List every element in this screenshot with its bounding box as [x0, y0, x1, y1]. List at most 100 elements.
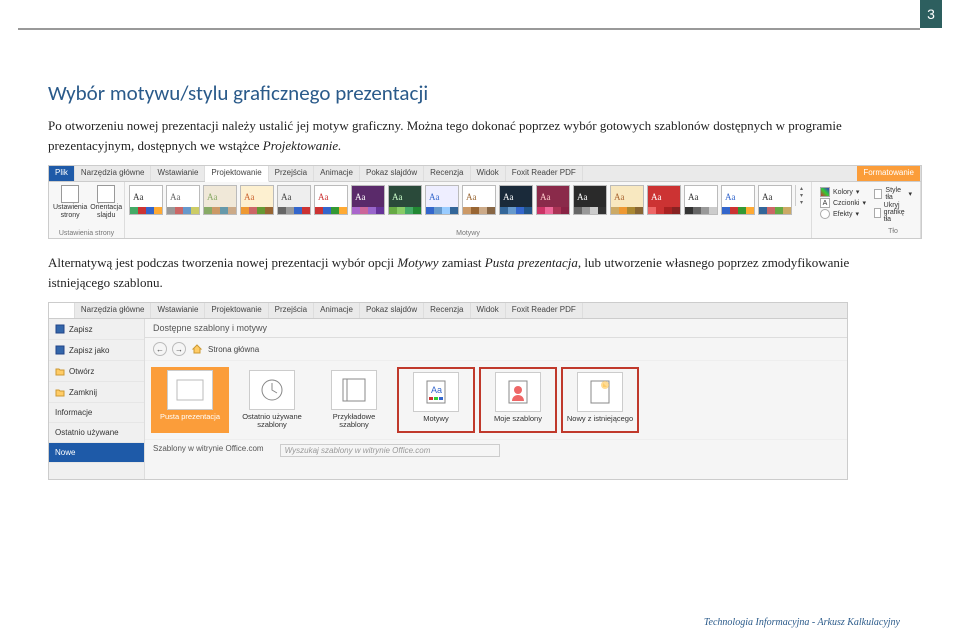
backstage-menu: Zapisz Zapisz jako Otwórz Zamknij Inform… — [49, 319, 145, 479]
ribbon-design-screenshot: Plik Narzędzia główne Wstawianie Projekt… — [48, 165, 922, 239]
open-icon — [55, 366, 65, 376]
theme-swatch[interactable]: Aa — [647, 185, 681, 215]
template-my[interactable]: Moje szablony — [479, 367, 557, 433]
colors-icon — [820, 187, 830, 197]
tab-transitions-2[interactable]: Przejścia — [269, 303, 314, 318]
bg-styles-dropdown[interactable]: Style tła ▾ — [874, 187, 912, 201]
svg-text:Aa: Aa — [431, 385, 442, 395]
orientation-label1: Orientacja — [90, 204, 122, 211]
theme-swatch[interactable]: Aa — [721, 185, 755, 215]
template-blank[interactable]: Pusta prezentacja — [151, 367, 229, 433]
theme-swatch[interactable]: Aa — [462, 185, 496, 215]
colors-dropdown[interactable]: Kolory ▾ — [820, 187, 866, 197]
theme-swatch[interactable]: Aa — [166, 185, 200, 215]
template-themes[interactable]: Aa Motywy — [397, 367, 475, 433]
menu-new[interactable]: Nowe — [49, 443, 144, 463]
theme-swatch[interactable]: Aa — [499, 185, 533, 215]
ribbon2-tabs: Plik Narzędzia główne Wstawianie Projekt… — [49, 303, 847, 319]
sample-templates-icon — [331, 370, 377, 410]
tab-animations-2[interactable]: Animacje — [314, 303, 360, 318]
menu-info[interactable]: Informacje — [49, 403, 144, 423]
bg-group-label: Tło — [874, 227, 912, 236]
theme-swatch[interactable]: Aa — [758, 185, 792, 215]
orientation-label2: slajdu — [97, 212, 115, 219]
page-setup-button[interactable]: Ustawienia strony — [53, 185, 87, 219]
nav-forward-button[interactable]: → — [172, 342, 186, 356]
theme-swatch[interactable]: Aa — [573, 185, 607, 215]
tab-file[interactable]: Plik — [49, 166, 75, 181]
menu-save-as[interactable]: Zapisz jako — [49, 340, 144, 361]
tab-foxit-2[interactable]: Foxit Reader PDF — [506, 303, 583, 318]
breadcrumb-home[interactable]: Strona główna — [208, 345, 259, 354]
template-existing[interactable]: Nowy z istniejącego — [561, 367, 639, 433]
officecom-label: Szablony w witrynie Office.com — [153, 444, 264, 457]
paragraph-2-em1: Motywy — [397, 255, 438, 270]
orientation-icon — [97, 185, 115, 203]
tab-design-2[interactable]: Projektowanie — [205, 303, 268, 318]
tab-insert-2[interactable]: Wstawianie — [151, 303, 205, 318]
backstage-new-screenshot: Plik Narzędzia główne Wstawianie Projekt… — [48, 302, 848, 480]
theme-swatch[interactable]: Aa — [129, 185, 163, 215]
tab-foxit[interactable]: Foxit Reader PDF — [506, 166, 583, 181]
theme-swatch[interactable]: Aa — [314, 185, 348, 215]
orientation-button[interactable]: Orientacja slajdu — [90, 185, 122, 219]
paragraph-2-em2: Pusta prezentacja — [485, 255, 578, 270]
tab-transitions[interactable]: Przejścia — [269, 166, 314, 181]
nav-back-button[interactable]: ← — [153, 342, 167, 356]
paragraph-2b: zamiast — [439, 255, 485, 270]
tab-design[interactable]: Projektowanie — [205, 166, 268, 182]
tab-slideshow-2[interactable]: Pokaz slajdów — [360, 303, 424, 318]
tab-animations[interactable]: Animacje — [314, 166, 360, 181]
paragraph-2a: Alternatywą jest podczas tworzenia nowej… — [48, 255, 397, 270]
menu-open[interactable]: Otwórz — [49, 361, 144, 382]
page-setup-label1: Ustawienia — [53, 204, 87, 211]
themes-group-label: Motywy — [129, 229, 807, 238]
menu-save[interactable]: Zapisz — [49, 319, 144, 340]
tab-view[interactable]: Widok — [471, 166, 506, 181]
tab-view-2[interactable]: Widok — [471, 303, 506, 318]
officecom-search-input[interactable]: Wyszukaj szablony w witrynie Office.com — [280, 444, 500, 457]
tab-home-2[interactable]: Narzędzia główne — [75, 303, 152, 318]
theme-gallery-scroll[interactable]: ▴▾▾ — [795, 185, 807, 206]
checkbox-icon — [874, 208, 881, 218]
tab-format[interactable]: Formatowanie — [857, 166, 921, 181]
fonts-dropdown[interactable]: ACzcionki ▾ — [820, 198, 866, 208]
page-setup-label2: strony — [61, 212, 80, 219]
ribbon1-tabs: Plik Narzędzia główne Wstawianie Projekt… — [49, 166, 921, 182]
chevron-down-icon: ▾ — [796, 192, 807, 199]
theme-swatch[interactable]: Aa — [203, 185, 237, 215]
tab-file-2[interactable]: Plik — [49, 303, 75, 318]
theme-swatch[interactable]: Aa — [351, 185, 385, 215]
menu-close[interactable]: Zamknij — [49, 382, 144, 403]
tab-review[interactable]: Recenzja — [424, 166, 470, 181]
theme-swatch[interactable]: Aa — [610, 185, 644, 215]
pane-breadcrumb: ← → Strona główna — [145, 338, 847, 361]
tab-review-2[interactable]: Recenzja — [424, 303, 470, 318]
effects-dropdown[interactable]: Efekty ▾ — [820, 209, 866, 219]
fonts-icon: A — [820, 198, 830, 208]
template-sample[interactable]: Przykładowe szablony — [315, 367, 393, 433]
theme-swatch[interactable]: Aa — [536, 185, 570, 215]
template-recent[interactable]: Ostatnio używane szablony — [233, 367, 311, 433]
page-setup-icon — [61, 185, 79, 203]
new-from-existing-icon — [577, 372, 623, 412]
paragraph-1-em: Projektowanie. — [263, 138, 342, 153]
effects-icon — [820, 209, 830, 219]
theme-swatch[interactable]: Aa — [684, 185, 718, 215]
hide-bg-checkbox[interactable]: Ukryj grafikę tła — [874, 202, 912, 223]
tab-home[interactable]: Narzędzia główne — [75, 166, 152, 181]
header-divider — [18, 28, 920, 30]
tab-insert[interactable]: Wstawianie — [151, 166, 205, 181]
page-setup-group-label: Ustawienia strony — [53, 229, 120, 238]
save-as-icon — [55, 345, 65, 355]
theme-swatch[interactable]: Aa — [240, 185, 274, 215]
menu-recent[interactable]: Ostatnio używane — [49, 423, 144, 443]
theme-swatch[interactable]: Aa — [277, 185, 311, 215]
tab-slideshow[interactable]: Pokaz slajdów — [360, 166, 424, 181]
chevron-up-icon: ▴ — [796, 185, 807, 192]
theme-swatch[interactable]: Aa — [388, 185, 422, 215]
section-heading: Wybór motywu/stylu graficznego prezentac… — [48, 80, 912, 106]
paragraph-1: Po otworzeniu nowej prezentacji należy u… — [48, 116, 912, 155]
theme-swatch[interactable]: Aa — [425, 185, 459, 215]
recent-templates-icon — [249, 370, 295, 410]
